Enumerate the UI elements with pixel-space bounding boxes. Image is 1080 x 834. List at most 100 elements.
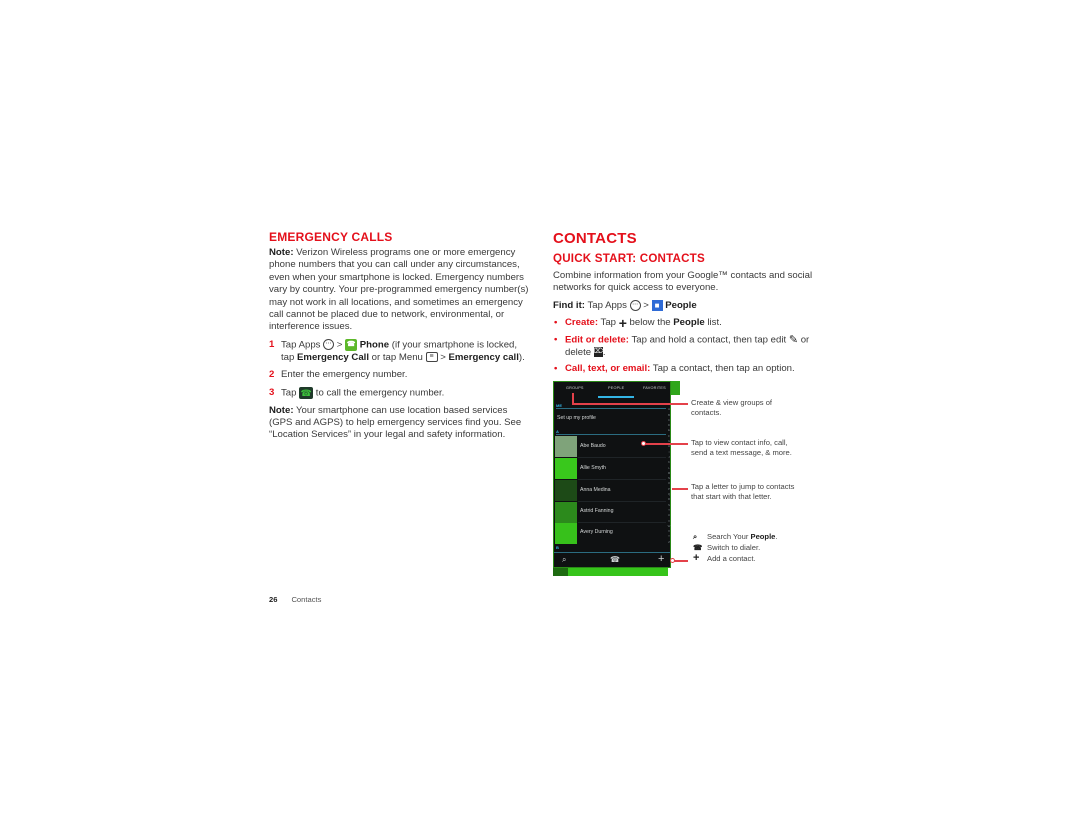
contacts-section: Contacts Quick Start: Contacts Combine i… <box>553 230 815 380</box>
bullet-call-text-email: • Call, text, or email: Tap a contact, t… <box>553 363 815 375</box>
footer-section: Contacts <box>291 595 322 604</box>
step-number: 1 <box>269 338 275 350</box>
callout-groups-text: Create & view groups of contacts. <box>691 398 773 417</box>
callout-index-text: Tap a letter to jump to contacts that st… <box>691 482 795 501</box>
alphabet-index-bar[interactable]: #ABCDEFGHIJKLMNOPQRSTUVWXYZ <box>667 402 671 552</box>
callout-line-contact <box>644 443 688 445</box>
legend-dialer: ☎ Switch to dialer. <box>693 543 760 552</box>
emergency-call-menu-label: Emergency call <box>448 351 519 363</box>
phone-screen: GROUPS PEOPLE FAVORITES ME Set up my pro… <box>553 381 671 568</box>
search-icon[interactable]: ⌕ <box>562 555 566 565</box>
find-it-label: Find it: <box>553 299 585 311</box>
menu-icon: ≡ <box>425 352 438 363</box>
green-frame-accent <box>553 568 668 576</box>
step-text: ). <box>518 351 525 363</box>
bullet-edit-delete: • Edit or delete: Tap and hold a contact… <box>553 334 815 360</box>
index-letter[interactable]: Z <box>667 540 671 545</box>
step-number: 2 <box>269 369 275 381</box>
note-text: Verizon Wireless programs one or more em… <box>269 247 529 333</box>
callout-dot <box>670 558 675 563</box>
callout-line-groups <box>572 403 688 405</box>
step-2: 2 Enter the emergency number. <box>269 369 531 381</box>
callout-line-add <box>674 560 688 562</box>
contact-photo <box>555 458 577 479</box>
section-divider <box>556 434 666 435</box>
legend-bold: People <box>750 532 776 541</box>
dialer-icon: ☎ <box>693 543 703 552</box>
section-heading: Emergency Calls <box>269 230 393 244</box>
legend-search: ⌕ Search Your People. <box>693 532 778 541</box>
bullet-text: list. <box>704 317 722 329</box>
legend-text: Add a contact. <box>707 554 756 563</box>
setup-profile-item[interactable]: Set up my profile <box>557 415 596 421</box>
legend-add: + Add a contact. <box>693 552 756 564</box>
people-label: People <box>673 317 705 329</box>
search-icon: ⌕ <box>693 532 698 541</box>
dialer-icon[interactable]: ☎ <box>610 555 620 564</box>
step-1: 1 Tap Apps ⋯ > ☎ Phone (if your smartpho… <box>269 338 531 364</box>
legend-text: Search Your <box>707 532 751 541</box>
contact-item[interactable]: Allie Smyth <box>580 465 606 471</box>
bullet-text: Tap and hold a contact, then tap edit <box>628 334 789 346</box>
call-icon: ☎ <box>299 386 314 399</box>
tab-favorites[interactable]: FAVORITES <box>643 386 666 390</box>
step-text: to call the emergency number. <box>313 387 445 399</box>
step-text: or tap Menu <box>369 351 426 363</box>
apps-icon: ⋯ <box>323 339 335 351</box>
legend-text: Switch to dialer. <box>707 543 761 552</box>
bullet-text: Tap a contact, then tap an option. <box>650 363 795 375</box>
row-divider <box>578 457 666 458</box>
bullet-label: Create: <box>565 317 599 329</box>
row-divider <box>578 522 666 523</box>
bullet-label: Edit or delete: <box>565 334 629 346</box>
note-label: Note: <box>269 247 294 258</box>
bottom-action-bar: ⌕ ☎ + <box>554 552 670 569</box>
people-app-icon: ■ <box>651 299 663 311</box>
section-divider <box>556 408 666 409</box>
contact-item[interactable]: Astrid Fanning <box>580 508 613 514</box>
apps-icon: ⋯ <box>629 299 641 311</box>
bullet-text: below the <box>626 317 674 329</box>
subsection-heading: Quick Start: Contacts <box>553 252 705 265</box>
people-label: People <box>662 299 697 311</box>
plus-icon: + <box>618 314 627 331</box>
contact-photo <box>555 436 577 457</box>
bullet-text: . <box>602 346 606 358</box>
intro-paragraph: Combine information from your Google™ co… <box>553 270 813 294</box>
tab-people[interactable]: PEOPLE <box>608 386 624 390</box>
note-paragraph: Note: Verizon Wireless programs one or m… <box>269 247 531 334</box>
note-text: Your smartphone can use location based s… <box>269 404 522 441</box>
contact-photo <box>555 523 577 544</box>
contact-item[interactable]: Abe Baudo <box>580 443 606 449</box>
page-footer: 26 Contacts <box>269 595 321 604</box>
bullet-label: Call, text, or email: <box>565 363 651 375</box>
step-text: Enter the emergency number. <box>281 369 408 381</box>
phone-app-icon: ☎ <box>345 338 358 351</box>
step-text: > <box>437 351 449 363</box>
bullet-dot: • <box>554 333 558 345</box>
contact-item[interactable]: Avery Durning <box>580 529 613 535</box>
bullet-create: • Create: Tap + below the People list. <box>553 314 815 331</box>
green-frame-accent <box>671 381 680 395</box>
callout-line-groups-vertical <box>572 393 574 404</box>
callout-dot <box>641 441 646 446</box>
contact-photo <box>555 502 577 523</box>
find-it-text: > <box>640 299 652 311</box>
add-icon: + <box>693 552 700 564</box>
section-header-b: B <box>556 545 559 550</box>
trash-icon: ⌦ <box>593 347 604 358</box>
add-contact-icon[interactable]: + <box>658 553 664 565</box>
step-number: 3 <box>269 386 275 398</box>
tab-groups[interactable]: GROUPS <box>566 386 584 390</box>
active-tab-indicator <box>598 396 634 398</box>
step-text: Tap <box>281 387 300 399</box>
legend-text: . <box>775 532 778 541</box>
step-text: Tap Apps <box>281 339 324 351</box>
contact-item[interactable]: Anna Medina <box>580 487 611 493</box>
emergency-calls-section: Emergency Calls Note: Verizon Wireless p… <box>269 230 531 447</box>
page-title: Contacts <box>553 230 637 247</box>
callout-contact-text: Tap to view contact info, call, send a t… <box>691 438 792 457</box>
note-label: Note: <box>269 404 294 416</box>
edit-pencil-icon: ✎ <box>788 333 799 346</box>
callout-line-index <box>672 488 688 490</box>
